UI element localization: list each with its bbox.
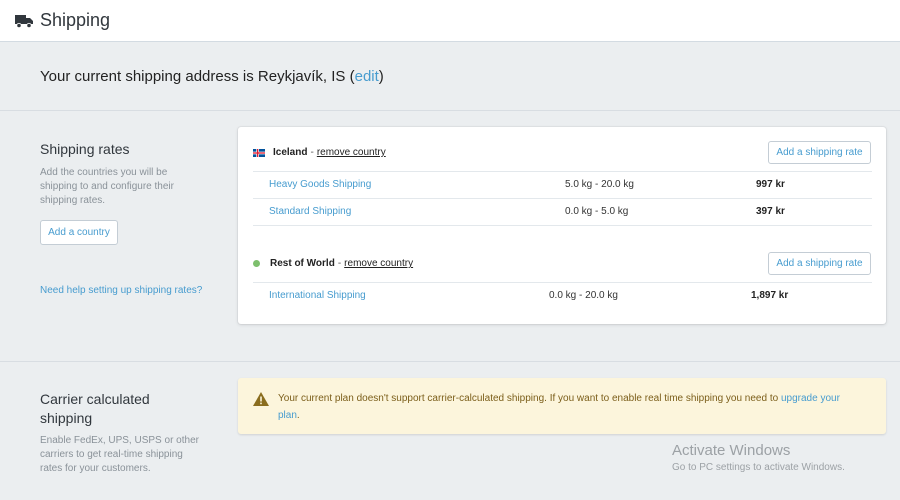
remove-country-link[interactable]: remove country [317,147,386,158]
warning-icon [253,392,269,406]
add-shipping-rate-button[interactable]: Add a shipping rate [768,252,871,275]
rate-row: International Shipping 0.0 kg - 20.0 kg … [253,282,872,310]
shipping-rates-title: Shipping rates [40,141,130,157]
rate-name-link[interactable]: International Shipping [269,290,366,301]
rate-row: Standard Shipping 0.0 kg - 5.0 kg 397 kr [253,198,872,226]
rest-of-world-status-icon [253,260,260,267]
shipping-rates-help-link[interactable]: Need help setting up shipping rates? [40,285,202,296]
edit-address-link[interactable]: edit [355,68,379,85]
remove-country-link[interactable]: remove country [344,258,413,269]
truck-icon [15,14,33,28]
shipping-address-text: Your current shipping address is Reykjav… [40,67,384,85]
warning-message: Your current plan doesn't support carrie… [278,393,840,421]
rate-name-link[interactable]: Heavy Goods Shipping [269,179,371,190]
page-title: Shipping [40,10,111,30]
rate-price: 997 kr [756,179,785,190]
shipping-address-section: Your current shipping address is Reykjav… [0,42,900,111]
iceland-flag-icon [253,148,265,157]
rate-row: Heavy Goods Shipping 5.0 kg - 20.0 kg 99… [253,171,872,199]
rate-weight-range: 5.0 kg - 20.0 kg [565,179,634,190]
zone-header-iceland: Iceland - remove country [253,147,386,158]
rate-name-link[interactable]: Standard Shipping [269,206,351,217]
carrier-shipping-title: Carrier calculated shipping [40,391,150,426]
shipping-rates-description: Add the countries you will be shipping t… [40,167,174,206]
rate-weight-range: 0.0 kg - 5.0 kg [565,206,629,217]
section-divider [0,361,900,362]
activate-windows-watermark: Activate Windows Go to PC settings to ac… [672,442,845,473]
carrier-shipping-description: Enable FedEx, UPS, USPS or other carrier… [40,435,199,474]
carrier-plan-warning: Your current plan doesn't support carrie… [238,378,886,434]
shipping-zones-card: Iceland - remove country Add a shipping … [238,127,886,324]
rate-list-divider [253,225,872,226]
zone-name: Rest of World [270,258,335,269]
page-header: Shipping [0,0,900,42]
zone-name: Iceland [273,147,308,158]
rate-price: 1,897 kr [751,290,789,301]
add-country-button[interactable]: Add a country [40,220,118,245]
rate-price: 397 kr [756,206,785,217]
zone-header-rest-of-world: Rest of World - remove country [253,258,413,269]
rate-weight-range: 0.0 kg - 20.0 kg [549,290,618,301]
add-shipping-rate-button[interactable]: Add a shipping rate [768,141,871,164]
